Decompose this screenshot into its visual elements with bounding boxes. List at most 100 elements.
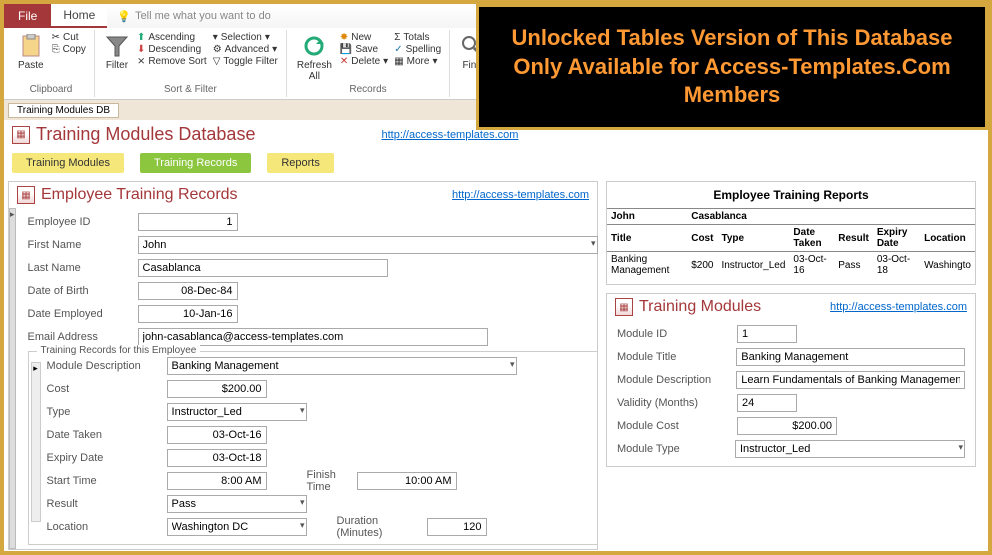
filter-button[interactable]: Filter <box>103 32 131 73</box>
dob-input[interactable] <box>138 282 238 300</box>
finish-time-input[interactable] <box>357 472 457 490</box>
mod-desc-label: Module Description <box>617 374 736 386</box>
date-taken-label: Date Taken <box>47 429 167 441</box>
subform-record-selector[interactable]: ▸ <box>31 362 41 522</box>
db-tab[interactable]: Training Modules DB <box>8 103 119 118</box>
mod-cost-input[interactable] <box>737 417 837 435</box>
first-name-input[interactable] <box>138 236 598 254</box>
tell-me-box[interactable]: 💡 Tell me what you want to do <box>107 6 280 27</box>
section-link[interactable]: http://access-templates.com <box>452 189 589 201</box>
mod-validity-input[interactable] <box>737 394 797 412</box>
last-name-label: Last Name <box>28 262 138 274</box>
ascending-button[interactable]: ⬆Ascending <box>137 32 207 43</box>
mod-type-input[interactable] <box>735 440 965 458</box>
form-icon: ▦ <box>12 126 30 144</box>
copy-icon: ⎘ <box>52 44 60 55</box>
report-h-result: Result <box>834 225 873 252</box>
report-row: Banking Management $200 Instructor_Led 0… <box>607 252 975 279</box>
spelling-icon: ✓ <box>394 44 402 55</box>
toggle-filter-button[interactable]: ▽Toggle Filter <box>213 56 278 67</box>
form-title: Training Modules Database <box>36 124 255 145</box>
remove-sort-button[interactable]: ⨯Remove Sort <box>137 56 207 67</box>
mod-cost-label: Module Cost <box>617 420 737 432</box>
sortfilter-group-label: Sort & Filter <box>103 84 278 95</box>
start-time-input[interactable] <box>167 472 267 490</box>
save-icon: 💾 <box>340 44 352 55</box>
more-icon: ▦ <box>394 56 403 67</box>
header-link[interactable]: http://access-templates.com <box>381 129 518 141</box>
location-label: Location <box>47 521 167 533</box>
sort-desc-icon: ⬇ <box>137 44 145 55</box>
delete-button[interactable]: ✕Delete▾ <box>340 56 388 67</box>
first-name-label: First Name <box>28 239 138 251</box>
location-input[interactable] <box>167 518 307 536</box>
delete-icon: ✕ <box>340 56 348 67</box>
totals-button[interactable]: ΣTotals <box>394 32 441 43</box>
refresh-icon <box>302 34 326 58</box>
mod-id-input[interactable] <box>737 325 797 343</box>
new-button[interactable]: ✸New <box>340 32 388 43</box>
report-h-title: Title <box>607 225 687 252</box>
report-h-expiry: Expiry Date <box>873 225 920 252</box>
type-label: Type <box>47 406 167 418</box>
report-table: JohnCasablanca Title Cost Type Date Take… <box>607 209 975 278</box>
expiry-input[interactable] <box>167 449 267 467</box>
last-name-input[interactable] <box>138 259 388 277</box>
emp-id-input[interactable] <box>138 213 238 231</box>
result-label: Result <box>47 498 167 510</box>
nav-training-modules[interactable]: Training Modules <box>12 153 124 173</box>
section-title: Employee Training Records <box>41 186 238 204</box>
totals-icon: Σ <box>394 32 400 43</box>
modules-title: Training Modules <box>639 298 761 316</box>
result-input[interactable] <box>167 495 307 513</box>
home-tab[interactable]: Home <box>51 4 107 28</box>
paste-label: Paste <box>18 60 44 71</box>
cut-icon: ✂ <box>52 32 60 43</box>
type-input[interactable] <box>167 403 307 421</box>
file-tab[interactable]: File <box>4 4 51 28</box>
emp-date-label: Date Employed <box>28 308 138 320</box>
module-desc-label: Module Description <box>47 360 167 372</box>
report-h-location: Location <box>920 225 975 252</box>
advanced-button[interactable]: ⚙Advanced▾ <box>213 44 278 55</box>
modules-link[interactable]: http://access-templates.com <box>830 301 967 313</box>
mod-type-label: Module Type <box>617 443 735 455</box>
date-taken-input[interactable] <box>167 426 267 444</box>
clipboard-icon <box>19 34 43 58</box>
remove-sort-icon: ⨯ <box>137 56 145 67</box>
email-input[interactable] <box>138 328 488 346</box>
descending-button[interactable]: ⬇Descending <box>137 44 207 55</box>
mod-title-input[interactable] <box>736 348 965 366</box>
section-icon: ▦ <box>17 186 35 204</box>
cut-button[interactable]: ✂Cut <box>52 32 86 43</box>
nav-reports[interactable]: Reports <box>267 153 334 173</box>
selection-icon: ▾ <box>213 32 218 43</box>
module-desc-input[interactable] <box>167 357 517 375</box>
mod-validity-label: Validity (Months) <box>617 397 737 409</box>
paste-button[interactable]: Paste <box>16 32 46 73</box>
report-last-name: Casablanca <box>687 209 975 225</box>
modules-icon: ▦ <box>615 298 633 316</box>
selection-button[interactable]: ▾Selection▾ <box>213 32 278 43</box>
refresh-all-button[interactable]: Refresh All <box>295 32 334 84</box>
duration-input[interactable] <box>427 518 487 536</box>
cost-input[interactable] <box>167 380 267 398</box>
duration-label: Duration (Minutes) <box>307 515 427 539</box>
copy-button[interactable]: ⎘Copy <box>52 44 86 55</box>
save-button[interactable]: 💾Save <box>340 44 388 55</box>
fieldset-legend: Training Records for this Employee <box>37 345 201 356</box>
finish-time-label: Finish Time <box>267 469 357 493</box>
dob-label: Date of Birth <box>28 285 138 297</box>
cost-label: Cost <box>47 383 167 395</box>
spelling-button[interactable]: ✓Spelling <box>394 44 441 55</box>
nav-training-records[interactable]: Training Records <box>140 153 251 173</box>
emp-date-input[interactable] <box>138 305 238 323</box>
record-selector[interactable]: ▸ <box>9 208 16 549</box>
new-icon: ✸ <box>340 32 348 43</box>
mod-title-label: Module Title <box>617 351 736 363</box>
more-button[interactable]: ▦More▾ <box>394 56 441 67</box>
advanced-icon: ⚙ <box>213 44 222 55</box>
tell-me-text: Tell me what you want to do <box>135 10 271 22</box>
toggle-filter-icon: ▽ <box>213 56 221 67</box>
mod-desc-input[interactable] <box>736 371 965 389</box>
